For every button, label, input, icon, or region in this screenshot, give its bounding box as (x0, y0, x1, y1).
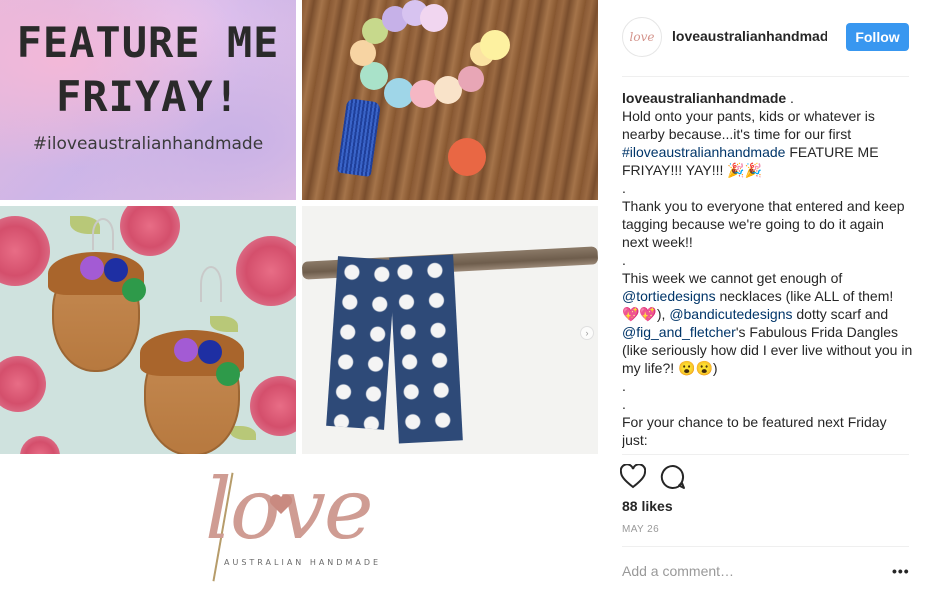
necklace-photo (302, 0, 598, 200)
caption-link[interactable]: @fig_and_fletcher (622, 324, 736, 340)
feature-me-friyay-tile: FEATURE ME FRIYAY! #iloveaustralianhandm… (0, 0, 296, 200)
scarf-right (389, 254, 463, 444)
earring-hook (200, 266, 222, 302)
tile-title-line1: FEATURE ME (16, 18, 280, 67)
caption-text: This week we cannot get enough of (622, 270, 847, 286)
post-caption: loveaustralianhandmade . Hold onto your … (622, 89, 914, 453)
more-options-icon[interactable]: ••• (892, 563, 910, 579)
caption-text: Thank you to everyone that entered and k… (622, 198, 905, 268)
rose (0, 216, 50, 286)
caption-text: dotty scarf and (792, 306, 893, 322)
comment-bubble-icon[interactable] (660, 464, 686, 490)
post-date[interactable]: MAY 26 (622, 524, 659, 535)
scarf-left (326, 256, 396, 430)
likes-count[interactable]: 88 likes (622, 498, 673, 514)
rose (236, 236, 296, 306)
bead (420, 4, 448, 32)
next-image-arrow-icon[interactable]: › (580, 326, 594, 340)
caption-link[interactable]: #iloveaustralianhandmade (622, 144, 785, 160)
bead (458, 66, 484, 92)
caption-paragraph: For your chance to be featured next Frid… (622, 413, 914, 453)
instagram-post-modal: FEATURE ME FRIYAY! #iloveaustralianhandm… (0, 0, 930, 591)
caption-paragraph: Thank you to everyone that entered and k… (622, 197, 914, 269)
divider (622, 454, 909, 455)
love-australian-handmade-logo: love AUSTRALIAN HANDMADE (0, 454, 598, 591)
flower (122, 278, 146, 302)
rose (20, 436, 60, 454)
dotty-scarf-photo (302, 206, 598, 454)
post-image[interactable]: FEATURE ME FRIYAY! #iloveaustralianhandm… (0, 0, 598, 591)
tile-hashtag: #iloveaustralianhandmade (32, 134, 264, 154)
tile-title-line2: FRIYAY! (55, 72, 240, 121)
divider (622, 546, 909, 547)
flower (198, 340, 222, 364)
caption-paragraph: This week we cannot get enough of @torti… (622, 269, 914, 413)
tassel (336, 97, 382, 178)
earring-hook (92, 218, 114, 250)
rose (0, 356, 46, 412)
flower (216, 362, 240, 386)
logo-subtitle: AUSTRALIAN HANDMADE (224, 558, 382, 567)
avatar[interactable]: love (622, 17, 662, 57)
bead (360, 62, 388, 90)
bead (448, 138, 486, 176)
caption-text: For your chance to be featured next Frid… (622, 414, 887, 453)
frida-earrings-photo (0, 206, 296, 454)
bead (480, 30, 510, 60)
rose (120, 206, 180, 256)
heart-logo-icon (269, 494, 293, 514)
flower (104, 258, 128, 282)
caption-link[interactable]: @tortiedesigns (622, 288, 716, 304)
caption-link[interactable]: @bandicutedesigns (669, 306, 792, 322)
heart-icon[interactable] (620, 464, 646, 490)
add-comment-input[interactable]: Add a comment… (622, 563, 734, 579)
post-details-panel: love loveaustralianhandmade Follow lovea… (598, 0, 930, 591)
leaf (210, 316, 238, 332)
flower (80, 256, 104, 280)
flower (174, 338, 198, 362)
username-link[interactable]: loveaustralianhandmade (672, 28, 827, 44)
leaf (230, 426, 256, 440)
caption-username[interactable]: loveaustralianhandmade (622, 90, 786, 106)
rose (250, 376, 296, 436)
avatar-text: love (629, 30, 655, 44)
caption-paragraph: loveaustralianhandmade . Hold onto your … (622, 89, 914, 197)
post-header: love loveaustralianhandmade Follow (598, 0, 930, 76)
bead (350, 40, 376, 66)
divider (622, 76, 909, 77)
follow-button[interactable]: Follow (846, 23, 909, 51)
